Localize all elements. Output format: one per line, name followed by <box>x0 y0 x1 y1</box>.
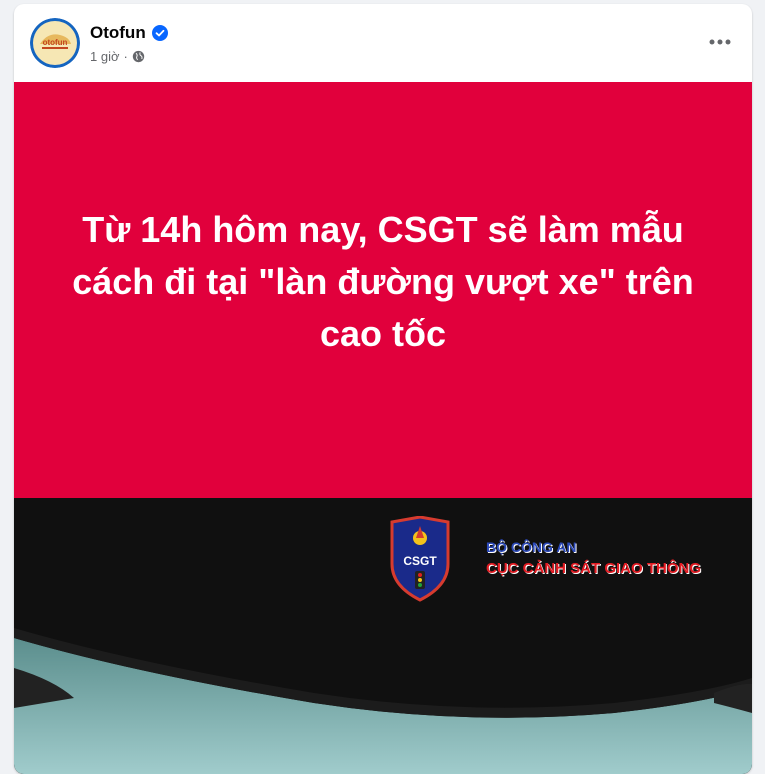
video-frame[interactable]: CSGT BỘ CÔNG AN CỤC CẢNH SÁT GIAO THÔNG <box>14 498 752 774</box>
csgt-emblem-icon: CSGT <box>390 516 450 602</box>
post-meta: 1 giờ · <box>90 49 145 64</box>
agency-ministry: BỘ CÔNG AN <box>486 539 577 555</box>
agency-caption: BỘ CÔNG AN CỤC CẢNH SÁT GIAO THÔNG <box>486 536 701 580</box>
meta-separator: · <box>123 49 128 64</box>
post-header: otofun Otofun 1 giờ · <box>14 4 752 82</box>
post-media[interactable]: Từ 14h hôm nay, CSGT sẽ làm mẫu cách đi … <box>14 82 752 774</box>
post-timestamp[interactable]: 1 giờ <box>90 49 120 64</box>
headline-text: Từ 14h hôm nay, CSGT sẽ làm mẫu cách đi … <box>72 209 694 354</box>
svg-text:CSGT: CSGT <box>403 554 437 568</box>
otofun-logo-icon: otofun <box>30 18 80 68</box>
more-horizontal-icon <box>709 39 731 45</box>
more-options-button[interactable] <box>702 24 738 60</box>
verified-badge-icon <box>151 25 168 41</box>
post-card: otofun Otofun 1 giờ · Từ 14h hôm nay, CS… <box>14 4 752 774</box>
globe-icon <box>132 50 145 63</box>
agency-department: CỤC CẢNH SÁT GIAO THÔNG <box>486 560 701 577</box>
page-avatar[interactable]: otofun <box>30 18 80 68</box>
page-name-text[interactable]: Otofun <box>90 23 146 43</box>
page-name[interactable]: Otofun <box>90 23 168 43</box>
headline-banner: Từ 14h hôm nay, CSGT sẽ làm mẫu cách đi … <box>14 82 752 498</box>
svg-text:otofun: otofun <box>43 38 68 47</box>
